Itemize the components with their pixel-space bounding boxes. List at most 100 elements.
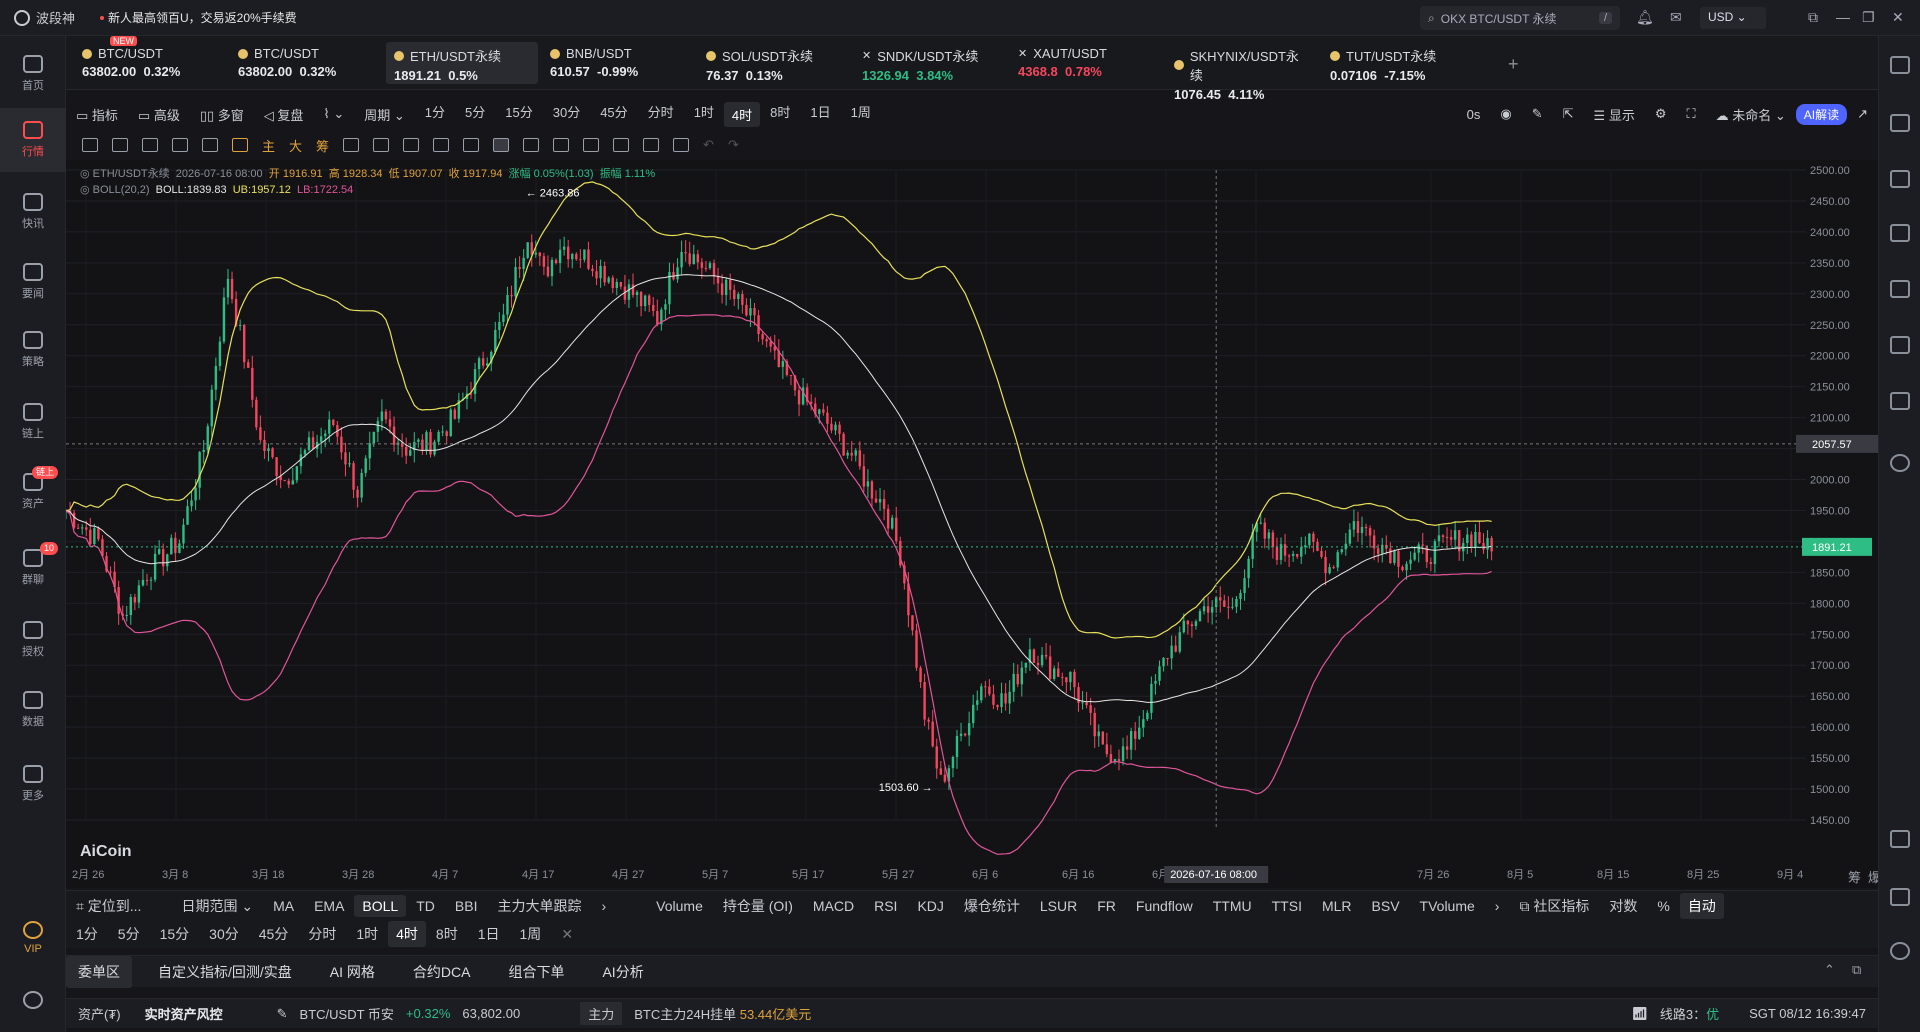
settings-icon[interactable]: ⚙ — [1645, 106, 1677, 122]
bottom-tab-2[interactable]: AI 网格 — [318, 956, 387, 988]
main-indicator-5[interactable]: 主力大单跟踪 — [487, 896, 591, 916]
ai-interpret-button[interactable]: AI解读 — [1795, 103, 1848, 125]
locate-button[interactable]: ⌗ 定位到... — [66, 896, 151, 916]
more-tools-icon[interactable] — [232, 138, 248, 152]
bottom-tab-1[interactable]: 自定义指标/回测/实盘 — [146, 956, 304, 988]
template-tool-icon[interactable] — [583, 138, 600, 152]
chevron-right-icon[interactable]: › — [1485, 898, 1510, 914]
search-input[interactable]: ⌕ OKX BTC/USDT 永续 / — [1420, 6, 1620, 30]
period-10[interactable]: 1周 — [841, 102, 881, 127]
close-tab-icon[interactable]: ✕ — [862, 49, 871, 62]
hline-tool-icon[interactable] — [112, 138, 128, 152]
panel-toggle-icon[interactable] — [1890, 830, 1910, 848]
sub-indicator-4[interactable]: KDJ — [907, 898, 953, 914]
sub-indicator-2[interactable]: MACD — [803, 898, 864, 914]
layout-icon[interactable] — [1890, 56, 1910, 74]
bottom-tab-4[interactable]: 组合下单 — [496, 956, 576, 988]
robot-icon[interactable] — [1890, 392, 1910, 410]
redo-icon[interactable]: ↷ — [728, 137, 739, 153]
replay-button[interactable]: ◁ 复盘 — [254, 105, 314, 124]
vip-button[interactable]: VIP — [0, 906, 66, 970]
settings-button[interactable] — [0, 968, 66, 1032]
main-indicator-4[interactable]: BBI — [445, 898, 488, 914]
symbol-tab[interactable]: SKHYNIX/USDT永续 1076.45 4.11% — [1166, 42, 1318, 102]
sidebar-item-4[interactable]: 策略 — [0, 318, 66, 382]
zoom-tool-icon[interactable] — [463, 138, 480, 152]
sub-indicator-3[interactable]: RSI — [864, 898, 907, 914]
coin-info-icon[interactable] — [1890, 170, 1910, 188]
display-button[interactable]: ☰ 显示 — [1584, 105, 1645, 124]
ruler-tool-icon[interactable] — [433, 138, 450, 152]
ray-tool-icon[interactable] — [172, 138, 188, 152]
period-9[interactable]: 1日 — [800, 102, 840, 127]
restore-icon[interactable]: ❐ — [1862, 9, 1875, 26]
quick-period-7[interactable]: 4时 — [388, 921, 426, 947]
main-indicator-2[interactable]: BOLL — [354, 894, 407, 917]
collapse-icon[interactable]: ⌃ — [1824, 962, 1835, 978]
indicator-button[interactable]: ▭ 指标 — [66, 105, 128, 124]
quick-period-0[interactable]: 1分 — [66, 924, 108, 944]
period-8[interactable]: 8时 — [760, 102, 800, 127]
period-7[interactable]: 4时 — [723, 101, 761, 127]
assets-label[interactable]: 资产(₮) — [66, 1004, 133, 1023]
period-1[interactable]: 5分 — [455, 102, 495, 127]
close-period-bar-icon[interactable]: ✕ — [551, 926, 583, 943]
ticker-pair[interactable]: BTC/USDT 币安 — [300, 1004, 394, 1023]
channel-tool-icon[interactable] — [142, 138, 158, 152]
symbol-tab[interactable]: BTC/USDT 63802.00 0.32% — [230, 42, 382, 84]
edit-icon[interactable]: ✎ — [265, 1006, 300, 1022]
export-icon[interactable]: ↗ — [1847, 106, 1878, 122]
magnet-tool-icon[interactable] — [523, 138, 540, 152]
rectangle-tool-icon[interactable] — [202, 138, 218, 152]
sidebar-item-9[interactable]: 数据 — [0, 678, 66, 742]
sidebar-item-8[interactable]: 授权 — [0, 608, 66, 672]
bottom-tab-3[interactable]: 合约DCA — [401, 956, 483, 988]
price-chart[interactable]: 2500.00 2450.00 2400.00 2350.00 2300.00 2250.… — [64, 160, 1881, 888]
sub-indicator-0[interactable]: Volume — [646, 898, 713, 914]
auto-scale-toggle[interactable]: 自动 — [1679, 892, 1724, 919]
percent-scale-toggle[interactable]: % — [1647, 898, 1679, 914]
lock-tool-icon[interactable] — [553, 138, 570, 152]
symbol-tab[interactable]: TUT/USDT永续 0.07106 -7.15% — [1322, 42, 1474, 84]
chart-type-button[interactable]: ⌇ ⌄ — [313, 106, 354, 122]
period-5[interactable]: 分时 — [638, 102, 684, 127]
delete-tool-icon[interactable] — [673, 138, 690, 152]
chart-canvas[interactable]: 2500.00 2450.00 2400.00 2350.00 2300.00 2250.… — [64, 160, 1881, 888]
bottom-tab-5[interactable]: AI分析 — [590, 956, 655, 988]
copy-tool-icon[interactable] — [403, 138, 420, 152]
sub-indicator-8[interactable]: Fundflow — [1126, 898, 1203, 914]
sidebar-item-2[interactable]: 快讯 — [0, 180, 66, 244]
period-0[interactable]: 1分 — [415, 102, 455, 127]
period-6[interactable]: 1时 — [684, 102, 724, 127]
main-indicator-1[interactable]: EMA — [304, 898, 354, 914]
fib-tool-icon[interactable] — [343, 138, 360, 152]
quick-period-5[interactable]: 分时 — [298, 924, 346, 944]
bell-icon[interactable]: 🔔︎ — [1636, 9, 1654, 26]
main-indicator-3[interactable]: TD — [406, 898, 445, 914]
undo-icon[interactable]: ↶ — [703, 137, 714, 153]
symbol-tab[interactable]: ETH/USDT永续 1891.21 0.5% — [386, 42, 538, 84]
period-dropdown[interactable]: 周期 ⌄ — [354, 105, 415, 124]
sub-indicator-12[interactable]: BSV — [1362, 898, 1410, 914]
brush-tool-icon[interactable] — [373, 138, 390, 152]
trend-icon[interactable] — [1890, 224, 1910, 242]
sub-indicator-5[interactable]: 爆仓统计 — [954, 896, 1030, 916]
fullscreen-icon[interactable]: ⛶ — [1676, 106, 1705, 122]
swap-icon[interactable] — [1890, 454, 1910, 472]
main-force-text[interactable]: BTC主力24H挂单 53.44亿美元 — [622, 1004, 823, 1023]
sidebar-item-3[interactable]: 要闻 — [0, 250, 66, 314]
quick-period-3[interactable]: 30分 — [199, 924, 249, 944]
close-tab-icon[interactable]: ✕ — [1018, 47, 1027, 60]
advanced-button[interactable]: ▭ 高级 — [128, 105, 190, 124]
quick-period-10[interactable]: 1周 — [510, 924, 552, 944]
close-icon[interactable]: ✕ — [1892, 9, 1904, 26]
filter-tool-icon[interactable] — [643, 138, 660, 152]
sidebar-item-10[interactable]: 更多 — [0, 752, 66, 816]
sidebar-item-1[interactable]: 行情 — [0, 108, 66, 172]
sidebar-item-0[interactable]: 首页 — [0, 42, 66, 106]
sub-indicator-10[interactable]: TTSI — [1262, 898, 1312, 914]
quick-period-9[interactable]: 1日 — [468, 924, 510, 944]
monitor-icon[interactable] — [1890, 280, 1910, 298]
symbol-tab[interactable]: ✕ XAUT/USDT 4368.8 0.78% — [1010, 42, 1162, 84]
date-range-dropdown[interactable]: 日期范围 ⌄ — [171, 896, 263, 916]
